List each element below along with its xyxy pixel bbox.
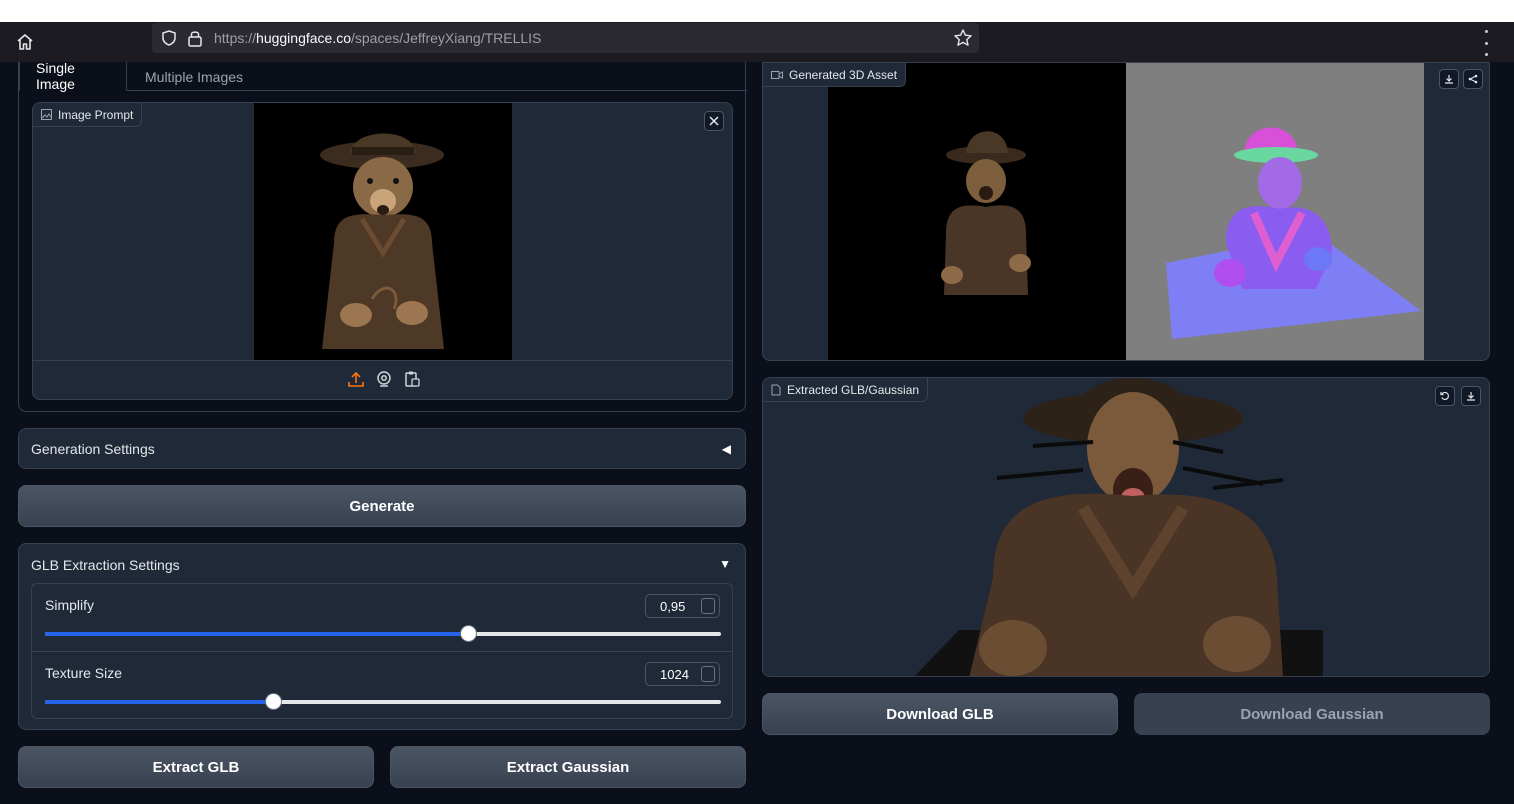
- glb-extraction-settings-accordion: GLB Extraction Settings ▼ Simplify 0,95 …: [18, 543, 746, 730]
- close-icon: [709, 116, 719, 126]
- extract-gaussian-button[interactable]: Extract Gaussian: [390, 746, 746, 788]
- download-video-button[interactable]: [1439, 69, 1459, 89]
- texture-size-number-input[interactable]: 1024: [645, 662, 720, 686]
- rendered-normal-view: [1126, 63, 1424, 360]
- generated-3d-asset-block: Generated 3D Asset: [762, 62, 1490, 361]
- image-prompt-label-text: Image Prompt: [58, 107, 134, 122]
- menu-kebab-icon[interactable]: [1480, 30, 1492, 56]
- input-tabs-panel: Single Image Multiple Images Image Promp…: [18, 60, 747, 412]
- texture-size-slider-group: Texture Size 1024: [31, 651, 733, 719]
- glb-extraction-settings-title[interactable]: GLB Extraction Settings: [31, 557, 180, 573]
- image-prompt-block[interactable]: Image Prompt: [32, 102, 733, 400]
- url-path: /spaces/JeffreyXiang/TRELLIS: [351, 30, 542, 46]
- clear-image-button[interactable]: [704, 111, 724, 131]
- share-video-button[interactable]: [1463, 69, 1483, 89]
- texture-size-value: 1024: [660, 666, 689, 682]
- tab-multiple-images[interactable]: Multiple Images: [129, 62, 259, 91]
- 3d-model-viewer[interactable]: [763, 378, 1490, 677]
- texture-size-label: Texture Size: [45, 665, 123, 681]
- extracted-glb-gaussian-label-text: Extracted GLB/Gaussian: [787, 382, 920, 397]
- generation-settings-title: Generation Settings: [31, 441, 155, 457]
- download-gaussian-button[interactable]: Download Gaussian: [1134, 693, 1490, 735]
- simplify-number-input[interactable]: 0,95: [645, 594, 720, 618]
- generated-3d-asset-label-text: Generated 3D Asset: [789, 67, 898, 82]
- url-prefix: https://: [214, 30, 257, 46]
- url-text[interactable]: https://huggingface.co/spaces/JeffreyXia…: [214, 30, 541, 46]
- file-icon: [771, 384, 781, 395]
- simplify-value: 0,95: [660, 598, 686, 614]
- extract-glb-button[interactable]: Extract GLB: [18, 746, 374, 788]
- rendered-color-view: [828, 63, 1127, 360]
- browser-toolbar: https://huggingface.co/spaces/JeffreyXia…: [0, 22, 1514, 62]
- reset-icon: [1440, 391, 1450, 400]
- image-prompt-label: Image Prompt: [33, 103, 143, 127]
- simplify-slider-thumb[interactable]: [459, 625, 477, 642]
- prompt-image: [254, 103, 512, 361]
- simplify-slider-fill: [45, 632, 468, 636]
- texture-size-slider-fill: [45, 700, 273, 704]
- download-icon: [1445, 75, 1453, 84]
- texture-size-slider-thumb[interactable]: [264, 693, 282, 710]
- tab-single-image[interactable]: Single Image: [19, 60, 127, 92]
- generate-button[interactable]: Generate: [18, 485, 746, 527]
- download-glb-button[interactable]: Download GLB: [762, 693, 1118, 735]
- texture-size-stepper[interactable]: [701, 666, 715, 682]
- simplify-label: Simplify: [45, 597, 95, 613]
- bookmark-star-icon[interactable]: [953, 28, 973, 53]
- collapsed-arrow-icon[interactable]: ◀: [722, 442, 731, 456]
- simplify-slider-track[interactable]: [45, 625, 721, 642]
- video-icon: [771, 70, 783, 79]
- tab-bar: Single Image Multiple Images: [19, 60, 747, 92]
- upload-source-bar: [33, 360, 732, 399]
- share-icon: [1468, 74, 1478, 84]
- generation-settings-accordion[interactable]: Generation Settings ◀: [18, 428, 746, 469]
- expanded-arrow-icon[interactable]: ▼: [719, 557, 731, 571]
- reset-view-button[interactable]: [1435, 386, 1455, 406]
- url-domain: huggingface.co: [256, 30, 351, 46]
- top-strip: [0, 0, 1514, 22]
- upload-icon[interactable]: [347, 370, 365, 393]
- image-icon: [41, 109, 52, 120]
- webcam-icon[interactable]: [375, 370, 393, 393]
- home-icon[interactable]: [10, 27, 40, 57]
- shield-icon[interactable]: [160, 29, 178, 52]
- extracted-glb-gaussian-block[interactable]: Extracted GLB/Gaussian: [762, 377, 1490, 677]
- texture-size-slider-track[interactable]: [45, 693, 721, 710]
- simplify-stepper[interactable]: [701, 598, 715, 614]
- clipboard-icon[interactable]: [403, 370, 421, 393]
- extracted-glb-gaussian-label: Extracted GLB/Gaussian: [763, 378, 929, 402]
- lock-icon[interactable]: [186, 28, 204, 53]
- generated-3d-asset-label: Generated 3D Asset: [763, 63, 907, 87]
- download-model-button[interactable]: [1461, 386, 1481, 406]
- address-bar[interactable]: https://huggingface.co/spaces/JeffreyXia…: [152, 23, 979, 53]
- simplify-slider-group: Simplify 0,95: [31, 583, 733, 651]
- download-icon: [1467, 392, 1475, 401]
